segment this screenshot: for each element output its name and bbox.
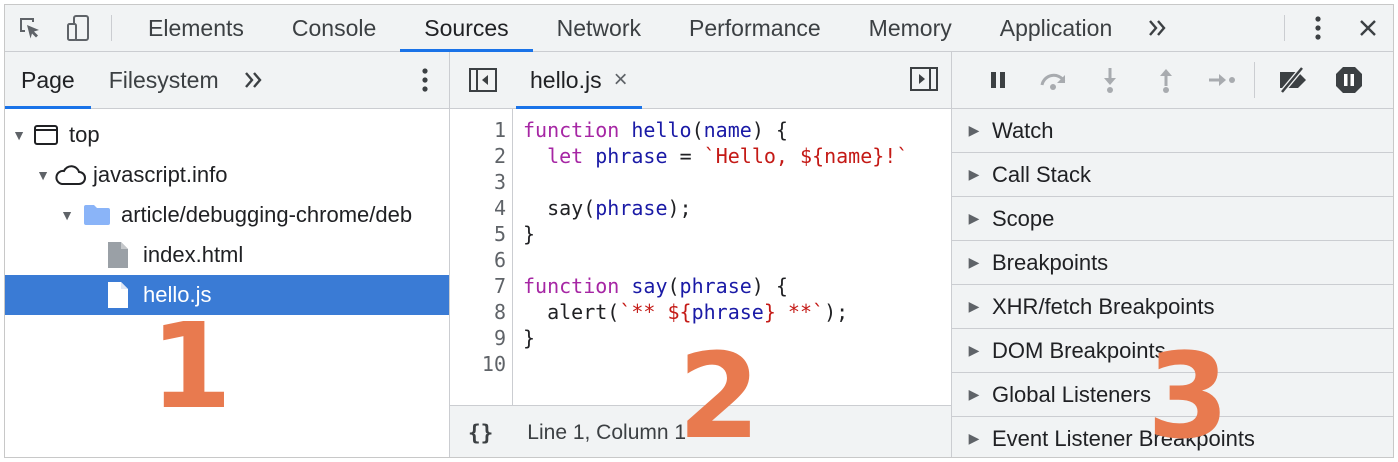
code-line[interactable]: 5} [450, 221, 951, 247]
collapsed-triangle-icon: ▶ [968, 298, 980, 314]
tree-item-top[interactable]: ▼ top [5, 115, 449, 155]
collapsed-triangle-icon: ▶ [968, 166, 980, 182]
step-icon[interactable] [1194, 60, 1250, 100]
pane-title: Global Listeners [992, 381, 1151, 407]
file-tree: ▼ top ▼ javascript.info ▼ article/debugg… [5, 109, 449, 315]
code-line[interactable]: 2 let phrase = `Hello, ${name}!` [450, 143, 951, 169]
file-tab-label: hello.js [530, 66, 602, 93]
pane-title: XHR/fetch Breakpoints [992, 293, 1215, 319]
collapsed-triangle-icon: ▶ [968, 122, 980, 138]
pane-title: Watch [992, 117, 1054, 143]
pane-title: Call Stack [992, 161, 1092, 187]
tree-item-label: article/debugging-chrome/deb [121, 202, 413, 227]
cloud-icon [53, 163, 87, 187]
device-toggle-icon[interactable] [55, 5, 105, 51]
code-line[interactable]: 1 function hello(name) { [450, 117, 951, 143]
pane-title: Breakpoints [992, 249, 1109, 275]
tab-filesystem[interactable]: Filesystem [91, 52, 235, 108]
tree-item-index-html[interactable]: index.html [5, 235, 449, 275]
kebab-icon[interactable] [1293, 5, 1343, 51]
debugger-toolbar [952, 52, 1393, 109]
toolbar-divider [1254, 62, 1255, 98]
toolbar-divider [111, 15, 112, 41]
annotation-marker-2: 2 [678, 327, 761, 458]
tree-item-label: top [69, 122, 100, 147]
chevrons-right-icon[interactable] [235, 52, 281, 108]
folder-icon [83, 204, 111, 226]
code-line[interactable]: 3 [450, 169, 951, 195]
inspect-element-icon[interactable] [5, 5, 55, 51]
tab-network[interactable]: Network [533, 5, 665, 51]
collapsed-triangle-icon: ▶ [968, 210, 980, 226]
pane-breakpoints[interactable]: ▶ Breakpoints [952, 241, 1393, 285]
debugger-sidebar: ▶ Watch ▶ Call Stack ▶ Scope ▶ Breakpoints ▶… [952, 52, 1393, 458]
expand-triangle-icon[interactable]: ▼ [35, 167, 51, 183]
pane-call-stack[interactable]: ▶ Call Stack [952, 153, 1393, 197]
code-line[interactable]: 6 [450, 247, 951, 273]
pane-xhr-breakpoints[interactable]: ▶ XHR/fetch Breakpoints [952, 285, 1393, 329]
pause-on-exceptions-icon[interactable] [1321, 60, 1377, 100]
cursor-position: Line 1, Column 1 [527, 420, 687, 444]
editor-tabs: hello.js × [450, 52, 951, 109]
tab-page[interactable]: Page [5, 52, 91, 109]
pane-title: DOM Breakpoints [992, 337, 1166, 363]
tab-sources[interactable]: Sources [400, 5, 534, 52]
pane-scope[interactable]: ▶ Scope [952, 197, 1393, 241]
toggle-navigator-icon[interactable] [450, 52, 516, 108]
chevrons-right-icon[interactable] [1136, 5, 1180, 51]
file-navigator: Page Filesystem ▼ top ▼ javascript.info … [5, 52, 450, 457]
step-out-icon[interactable] [1138, 60, 1194, 100]
annotation-marker-3: 3 [1147, 327, 1230, 458]
collapsed-triangle-icon: ▶ [968, 386, 980, 402]
collapsed-triangle-icon: ▶ [968, 254, 980, 270]
deactivate-breakpoints-icon[interactable] [1265, 60, 1321, 100]
toolbar-divider [1284, 15, 1285, 41]
kebab-icon[interactable] [421, 67, 429, 98]
tab-memory[interactable]: Memory [845, 5, 976, 51]
pane-title: Scope [992, 205, 1055, 231]
code-line[interactable]: 8 alert(`** ${phrase} **`); [450, 299, 951, 325]
code-editor: hello.js × 1 function hello(name) { 2 let… [450, 52, 952, 458]
tree-item-domain[interactable]: ▼ javascript.info [5, 155, 449, 195]
expand-triangle-icon[interactable]: ▼ [11, 127, 27, 143]
code-line[interactable]: 4 say(phrase); [450, 195, 951, 221]
pretty-print-button[interactable]: {} [468, 421, 493, 445]
code-line[interactable]: 7 function say(phrase) { [450, 273, 951, 299]
step-over-icon[interactable] [1026, 60, 1082, 100]
tab-performance[interactable]: Performance [665, 5, 845, 51]
navigator-tabs: Page Filesystem [5, 52, 449, 109]
collapsed-triangle-icon: ▶ [968, 342, 980, 358]
file-icon [107, 281, 129, 309]
annotation-marker-1: 1 [150, 297, 233, 435]
tree-item-folder[interactable]: ▼ article/debugging-chrome/deb [5, 195, 449, 235]
toggle-debugger-icon[interactable] [909, 66, 939, 97]
tab-elements[interactable]: Elements [124, 5, 268, 51]
devtools-window: Elements Console Sources Network Perform… [4, 4, 1394, 458]
editor-file-tab[interactable]: hello.js × [516, 52, 642, 109]
step-into-icon[interactable] [1082, 60, 1138, 100]
tree-item-label: index.html [143, 242, 244, 267]
main-toolbar: Elements Console Sources Network Perform… [5, 5, 1393, 52]
expand-triangle-icon[interactable]: ▼ [59, 207, 75, 223]
pane-watch[interactable]: ▶ Watch [952, 109, 1393, 153]
tree-item-label: javascript.info [93, 162, 228, 187]
file-icon [107, 241, 129, 269]
tab-console[interactable]: Console [268, 5, 400, 51]
collapsed-triangle-icon: ▶ [968, 430, 980, 446]
pause-icon[interactable] [970, 60, 1026, 100]
tab-application[interactable]: Application [976, 5, 1137, 51]
close-tab-icon[interactable]: × [614, 66, 628, 94]
close-icon[interactable] [1343, 5, 1393, 51]
frame-icon [33, 124, 59, 146]
